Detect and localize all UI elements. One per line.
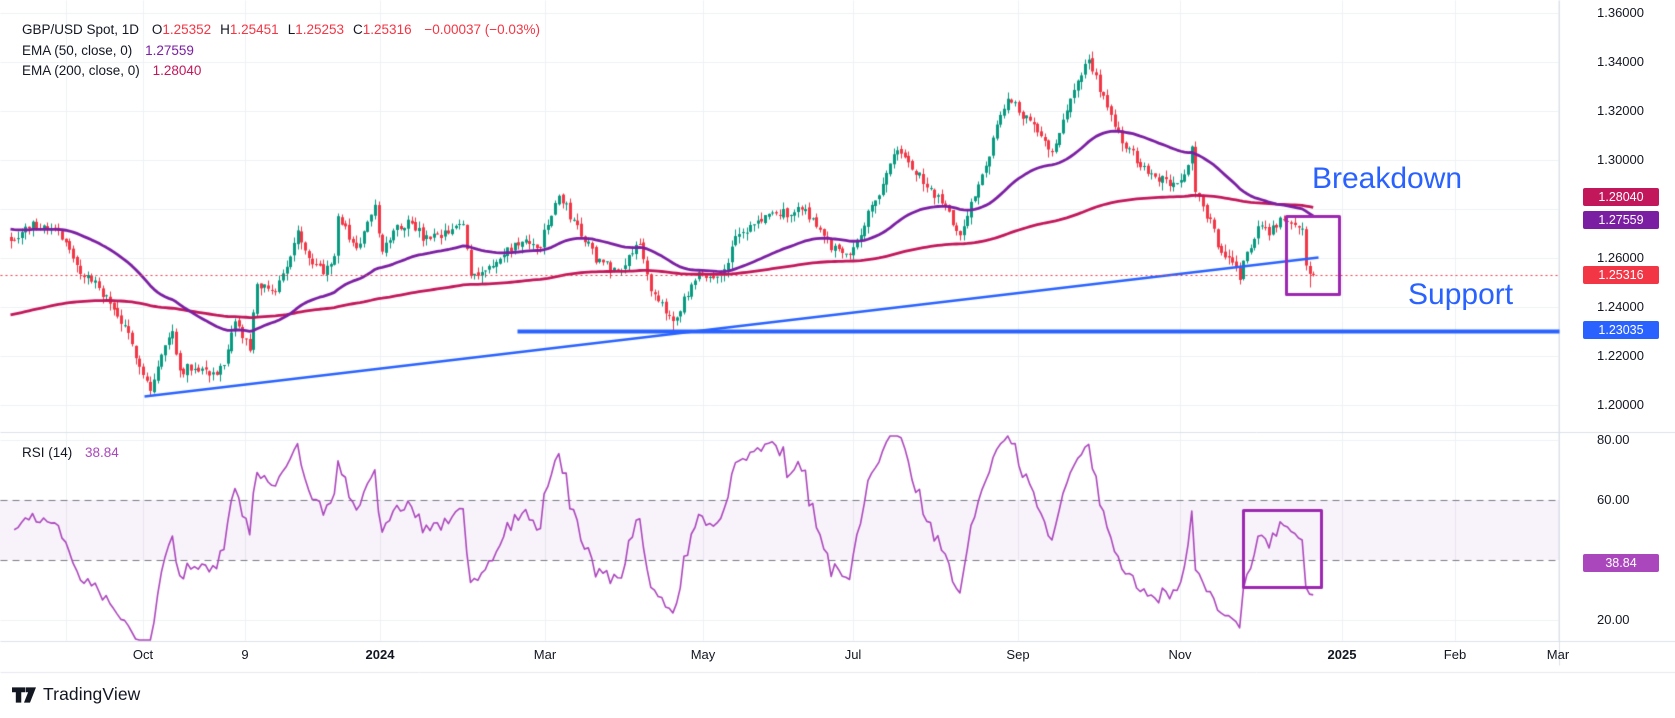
rsi-axis-label: 60.00 [1597,492,1630,507]
symbol-legend[interactable]: GBP/USD Spot, 1D O1.25352H1.25451L1.2525… [22,22,540,37]
ema50-legend[interactable]: EMA (50, close, 0) 1.27559 [22,43,194,58]
time-axis-label: 9 [241,647,248,662]
time-axis-label: Oct [133,647,153,662]
rsi-label: RSI (14) [22,445,72,460]
price-axis-badge: 1.25316 [1583,266,1659,284]
rsi-axis-badge: 38.84 [1583,554,1659,572]
tradingview-logo-text: TradingView [43,684,140,705]
ohlc-value: 1.25352 [162,22,211,37]
price-axis-label: 1.34000 [1597,54,1644,69]
ema200-legend[interactable]: EMA (200, close, 0) 1.28040 [22,63,201,78]
price-axis-badge: 1.23035 [1583,321,1659,339]
ema200-value: 1.28040 [153,63,202,78]
tradingview-logo[interactable]: TradingView [12,684,140,705]
breakdown-annotation[interactable]: Breakdown [1312,162,1462,196]
tradingview-logo-icon [12,685,36,705]
ohlc-key: H [220,22,230,37]
time-axis-label: May [691,647,716,662]
price-axis-badge: 1.27559 [1583,211,1659,229]
rsi-value: 38.84 [85,445,119,460]
time-axis-label: Mar [534,647,556,662]
time-axis-label: Jul [845,647,862,662]
rsi-axis-label: 80.00 [1597,432,1630,447]
price-axis-label: 1.36000 [1597,5,1644,20]
ohlc-value: 1.25316 [363,22,412,37]
price-axis-label: 1.32000 [1597,103,1644,118]
time-axis-label: Feb [1444,647,1466,662]
time-axis-label: 2025 [1328,647,1357,662]
ohlc-value: 1.25451 [230,22,279,37]
chart-canvas[interactable] [0,0,1675,718]
price-axis-label: 1.20000 [1597,397,1644,412]
time-axis-label: Nov [1168,647,1191,662]
ohlc-value: 1.25253 [295,22,344,37]
support-annotation[interactable]: Support [1408,278,1513,312]
change-value: −0.00037 (−0.03%) [424,22,540,37]
price-axis-label: 1.26000 [1597,250,1644,265]
time-axis-label: Sep [1006,647,1029,662]
ema200-label: EMA (200, close, 0) [22,63,140,78]
ohlc-key: C [353,22,363,37]
time-axis-label: Mar [1547,647,1569,662]
ohlc-key: O [152,22,163,37]
symbol-title: GBP/USD Spot, 1D [22,22,139,37]
price-axis-badge: 1.28040 [1583,188,1659,206]
price-axis-label: 1.24000 [1597,299,1644,314]
ema50-label: EMA (50, close, 0) [22,43,132,58]
ohlc-values: O1.25352H1.25451L1.25253C1.25316 [152,22,421,37]
tradingview-chart: GBP/USD Spot, 1D O1.25352H1.25451L1.2525… [0,0,1675,718]
rsi-axis-label: 20.00 [1597,612,1630,627]
price-axis-label: 1.30000 [1597,152,1644,167]
rsi-legend[interactable]: RSI (14) 38.84 [22,445,119,460]
ema50-value: 1.27559 [145,43,194,58]
price-axis-label: 1.22000 [1597,348,1644,363]
time-axis-label: 2024 [366,647,395,662]
